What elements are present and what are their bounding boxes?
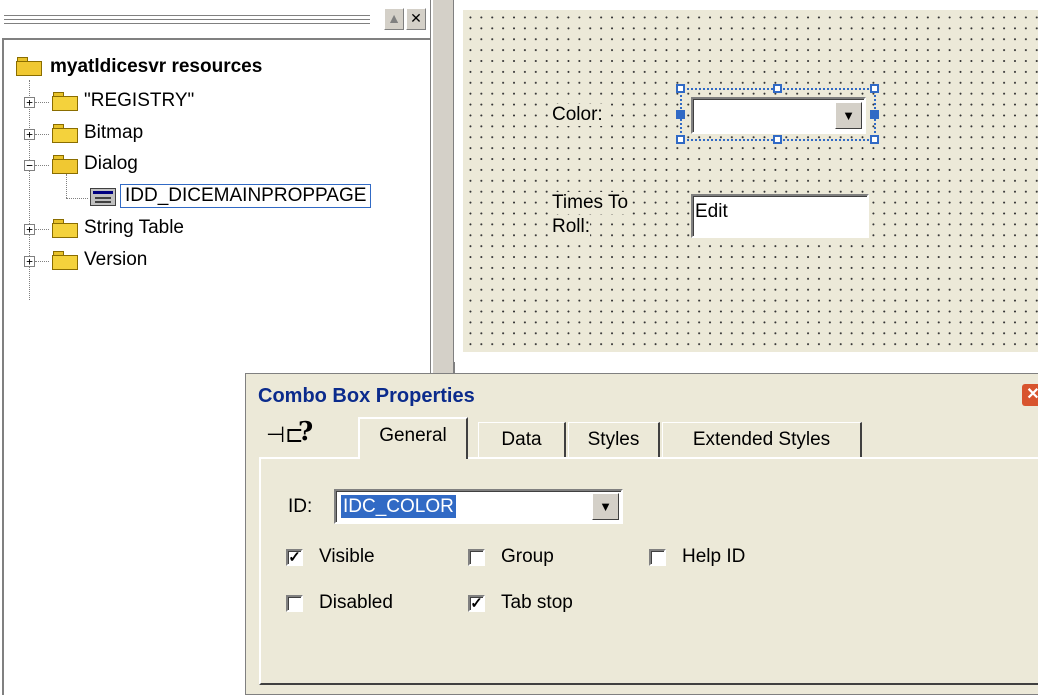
tab-stop-label: Tab stop (501, 592, 573, 613)
color-combo-box-control[interactable]: ▼ (691, 97, 866, 134)
pane-gripper[interactable] (4, 8, 370, 30)
folder-icon (52, 219, 78, 238)
tree-root-label[interactable]: myatldicesvr resources (50, 56, 262, 78)
disabled-label: Disabled (319, 592, 393, 613)
id-label: ID: (288, 496, 313, 517)
color-static-label[interactable]: Color: (552, 104, 603, 126)
folder-icon (52, 92, 78, 111)
tab-styles[interactable]: Styles (568, 422, 660, 457)
times-to-roll-label-line2[interactable]: Roll: (552, 216, 591, 238)
tree-connector (35, 261, 49, 262)
group-checkbox[interactable]: Group (468, 546, 554, 568)
tree-item-string-table[interactable]: String Table (84, 217, 184, 239)
tree-connector (35, 102, 49, 103)
tree-expander[interactable]: + (24, 224, 35, 235)
dropdown-arrow-icon[interactable]: ▼ (835, 102, 862, 129)
dialog-editor-canvas[interactable] (463, 10, 1038, 352)
times-to-roll-edit-control[interactable]: Edit (691, 194, 869, 238)
resize-handle[interactable] (676, 135, 685, 144)
tree-item-dialog[interactable]: Dialog (84, 153, 138, 175)
pane-maximize-button[interactable]: ▲ (384, 8, 404, 30)
times-to-roll-label-line1[interactable]: Times To (552, 192, 629, 214)
pane-close-button[interactable]: ✕ (406, 8, 426, 30)
tab-extended-styles[interactable]: Extended Styles (662, 422, 862, 457)
dropdown-arrow-icon[interactable]: ▼ (592, 493, 619, 520)
resize-handle[interactable] (870, 84, 879, 93)
close-icon[interactable]: ✕ (1022, 384, 1038, 406)
tab-data[interactable]: Data (478, 422, 566, 457)
disabled-check-box[interactable] (286, 594, 303, 612)
help-id-check-box[interactable] (649, 548, 666, 566)
help-icon[interactable]: ? (298, 417, 313, 447)
folder-open-icon (52, 155, 78, 174)
resize-handle[interactable] (773, 135, 782, 144)
tree-item-bitmap[interactable]: Bitmap (84, 122, 143, 144)
tree-connector (66, 174, 67, 198)
tree-collapser[interactable]: − (24, 160, 35, 171)
tree-item-version[interactable]: Version (84, 249, 147, 271)
tree-connector (35, 165, 49, 166)
folder-open-icon (16, 57, 42, 76)
help-id-checkbox[interactable]: Help ID (649, 546, 745, 568)
tab-general[interactable]: General (358, 417, 468, 459)
tree-expander[interactable]: + (24, 256, 35, 267)
combo-box-properties-dialog: Combo Box Properties ✕ ⊣⊏ ? General Data… (245, 373, 1038, 695)
resize-handle[interactable] (676, 84, 685, 93)
tree-expander[interactable]: + (24, 129, 35, 140)
tree-expander[interactable]: + (24, 97, 35, 108)
group-label: Group (501, 546, 554, 567)
id-value[interactable]: IDC_COLOR (341, 495, 456, 518)
visible-check-mark[interactable]: ✓ (286, 548, 303, 566)
disabled-checkbox[interactable]: Disabled (286, 592, 393, 614)
folder-icon (52, 251, 78, 270)
group-check-box[interactable] (468, 548, 485, 566)
dialog-resource-icon (90, 188, 116, 206)
resize-handle[interactable] (870, 135, 879, 144)
resize-handle[interactable] (773, 84, 782, 93)
tab-stop-check-mark[interactable]: ✓ (468, 594, 485, 612)
folder-icon (52, 124, 78, 143)
tree-connector (35, 229, 49, 230)
dialog-titlebar[interactable]: Combo Box Properties ✕ (254, 379, 1038, 411)
tree-item-idd-dicemainproppage[interactable]: IDD_DICEMAINPROPPAGE (120, 184, 372, 208)
tree-connector (66, 198, 88, 199)
visible-checkbox[interactable]: ✓ Visible (286, 546, 375, 568)
id-combo-box[interactable]: IDC_COLOR ▼ (334, 489, 623, 524)
resize-handle[interactable] (676, 110, 685, 119)
tab-stop-checkbox[interactable]: ✓ Tab stop (468, 592, 573, 614)
tree-item-registry[interactable]: "REGISTRY" (84, 90, 194, 112)
resize-handle[interactable] (870, 110, 879, 119)
visible-label: Visible (319, 546, 375, 567)
help-id-label: Help ID (682, 546, 746, 567)
dialog-title: Combo Box Properties (258, 385, 475, 407)
tree-connector (35, 134, 49, 135)
